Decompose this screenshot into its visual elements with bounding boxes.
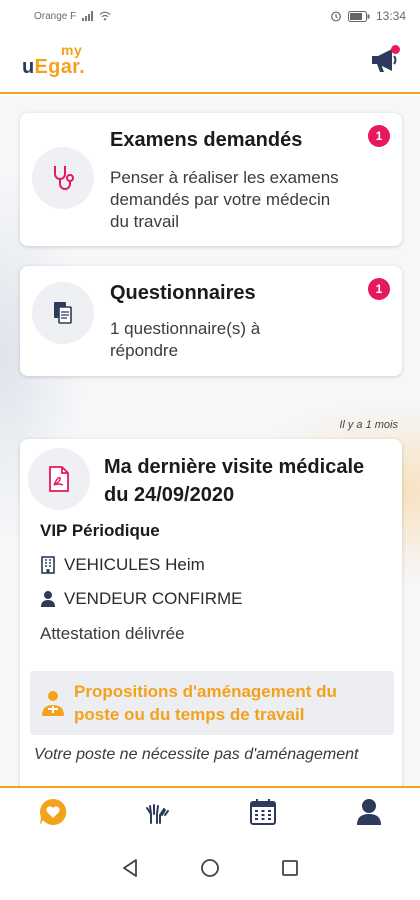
recents-button[interactable] <box>276 854 304 882</box>
tab-calendar[interactable] <box>245 794 281 830</box>
calendar-icon <box>250 799 276 825</box>
questionnaires-text: 1 questionnaire(s) à répondre <box>110 319 261 360</box>
pdf-icon <box>49 466 69 492</box>
battery-icon <box>347 10 370 22</box>
last-visit-timestamp: Il y a 1 mois <box>339 419 398 431</box>
carrier-label: Orange F <box>34 10 77 22</box>
heart-chat-icon <box>39 798 67 825</box>
exams-badge: 1 <box>368 125 390 147</box>
card-exams[interactable]: Examens demandés Penser à réaliser les e… <box>20 113 402 246</box>
signal-icon <box>82 11 94 21</box>
tab-home[interactable] <box>35 794 71 830</box>
card-questionnaires[interactable]: Questionnaires 1 questionnaire(s) à répo… <box>20 266 402 376</box>
job-row: VENDEUR CONFIRME <box>40 589 243 609</box>
job-title: VENDEUR CONFIRME <box>64 589 243 608</box>
hands-icon <box>146 804 169 824</box>
clock: 13:34 <box>375 9 406 23</box>
notification-dot <box>391 45 400 54</box>
tab-health[interactable] <box>139 794 175 830</box>
home-circle-icon <box>201 859 219 877</box>
app-header: my uEgar. <box>0 32 420 94</box>
building-icon <box>41 556 55 574</box>
announcements-button[interactable] <box>368 44 402 78</box>
card-last-visit[interactable]: Ma dernière visite médicale du 24/09/202… <box>20 439 402 786</box>
wifi-icon <box>99 11 111 21</box>
last-visit-title: Ma dernière visite médicale du 24/09/202… <box>104 456 365 506</box>
questionnaires-title: Questionnaires <box>110 282 256 304</box>
exams-text: Penser à réaliser les examens demandés p… <box>110 168 339 231</box>
questionnaires-badge: 1 <box>368 278 390 300</box>
tab-profile[interactable] <box>351 794 387 830</box>
user-icon <box>41 591 55 607</box>
pdf-icon-circle[interactable] <box>28 448 90 510</box>
certificate-status: Attestation délivrée <box>40 624 185 643</box>
stethoscope-icon-circle <box>32 147 94 209</box>
bottom-tab-bar <box>0 786 420 836</box>
back-button[interactable] <box>116 854 144 882</box>
home-button[interactable] <box>196 854 224 882</box>
company-name: VEHICULES Heim <box>64 555 205 574</box>
exams-title: Examens demandés <box>110 129 303 151</box>
adjustments-box[interactable]: Propositions d'aménagement du poste ou d… <box>30 671 394 735</box>
worker-icon <box>42 691 64 716</box>
document-icon-circle <box>32 282 94 344</box>
system-nav-bar <box>0 836 420 900</box>
adjustments-title: Propositions d'aménagement du poste ou d… <box>74 682 337 724</box>
app-logo: my uEgar. <box>22 42 85 78</box>
user-icon <box>357 799 381 825</box>
documents-icon <box>54 302 72 324</box>
stethoscope-icon <box>54 166 74 190</box>
visit-type: VIP Périodique <box>40 521 160 540</box>
company-row: VEHICULES Heim <box>40 555 205 575</box>
status-bar: Orange F 13:34 <box>0 0 420 32</box>
back-triangle-icon <box>123 859 137 877</box>
main-content[interactable]: Examens demandés Penser à réaliser les e… <box>0 96 420 786</box>
alarm-icon <box>331 11 341 22</box>
adjustments-note: Votre poste ne nécessite pas d'aménageme… <box>34 746 359 763</box>
recents-square-icon <box>282 860 298 876</box>
